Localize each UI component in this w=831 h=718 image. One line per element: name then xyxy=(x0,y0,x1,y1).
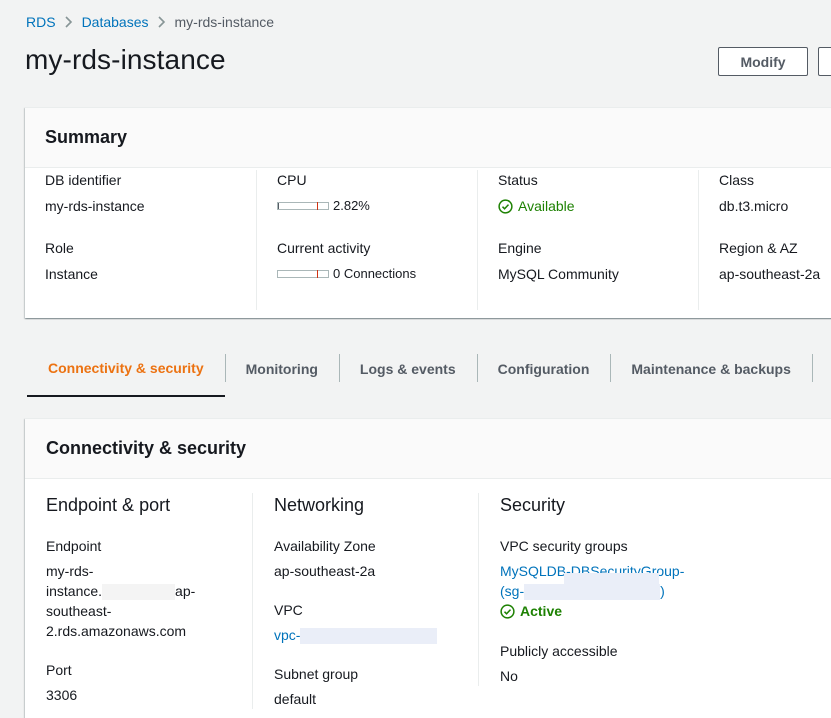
region-label: Region & AZ xyxy=(719,240,798,256)
summary-column-status: Status Available Engine MySQL Community xyxy=(477,170,698,310)
status-badge: Available xyxy=(498,196,698,216)
status-label: Status xyxy=(498,172,538,188)
tab-logs-events[interactable]: Logs & events xyxy=(338,340,477,397)
connections-bar xyxy=(277,270,329,278)
cpu-usage-fill xyxy=(278,203,280,209)
cpu-meter: 2.82% xyxy=(277,196,477,216)
breadcrumb-current: my-rds-instance xyxy=(174,14,275,30)
security-group-id[interactable]: (sg- xyxy=(500,583,524,599)
class-label: Class xyxy=(719,172,755,188)
security-group-status: Active xyxy=(500,601,831,621)
tab-configuration[interactable]: Configuration xyxy=(476,340,611,397)
status-value: Available xyxy=(518,198,575,214)
connections-value: 0 Connections xyxy=(333,266,417,281)
endpoint-line: instance. ap- xyxy=(46,581,252,601)
engine-value: MySQL Community xyxy=(498,266,619,282)
db-identifier-value: my-rds-instance xyxy=(45,198,145,214)
breadcrumb-rds-link[interactable]: RDS xyxy=(26,14,56,30)
tab-connectivity-security[interactable]: Connectivity & security xyxy=(27,340,225,397)
redacted-block xyxy=(564,573,659,587)
security-group-status-text: Active xyxy=(520,603,563,619)
summary-column-identifier: DB identifier my-rds-instance Role Insta… xyxy=(25,170,256,310)
summary-panel: Summary DB identifier my-rds-instance Ro… xyxy=(25,107,831,318)
class-value: db.t3.micro xyxy=(719,198,789,214)
db-identifier-label: DB identifier xyxy=(45,172,122,188)
endpoint-line: my-rds- xyxy=(46,563,94,579)
security-group-link[interactable]: MySQLDB-DBSecurityGroup- (sg-) Active xyxy=(500,561,831,621)
endpoint-part: instance. xyxy=(46,583,103,599)
availability-zone-value: ap-southeast-2a xyxy=(274,563,376,579)
subnet-group-value: default xyxy=(274,691,317,707)
publicly-accessible-label: Publicly accessible xyxy=(500,643,618,659)
endpoint-port-heading: Endpoint & port xyxy=(46,495,171,515)
redacted-block xyxy=(300,628,438,645)
publicly-accessible-value: No xyxy=(500,668,518,684)
summary-column-class: Class db.t3.micro Region & AZ ap-southea… xyxy=(698,170,831,310)
tab-tags[interactable]: Ta xyxy=(811,340,831,397)
chevron-right-icon xyxy=(149,16,175,28)
endpoint-port-column: Endpoint & port Endpoint my-rds- instanc… xyxy=(25,493,252,705)
connections-meter: 0 Connections xyxy=(277,264,477,284)
summary-title: Summary xyxy=(45,127,128,147)
vpc-security-groups-label: VPC security groups xyxy=(500,538,628,554)
endpoint-line: 2.rds.amazonaws.com xyxy=(46,623,187,639)
summary-column-cpu: CPU 2.82% Current activity 0 Connections xyxy=(256,170,477,310)
security-column: Security VPC security groups MySQLDB-DBS… xyxy=(478,493,831,686)
page-title: my-rds-instance xyxy=(25,44,226,75)
breadcrumb-databases-link[interactable]: Databases xyxy=(82,14,149,30)
tab-maintenance-backups[interactable]: Maintenance & backups xyxy=(610,340,812,397)
vpc-link[interactable]: vpc- xyxy=(274,625,478,645)
endpoint-label: Endpoint xyxy=(46,538,102,554)
role-value: Instance xyxy=(45,266,98,282)
engine-label: Engine xyxy=(498,240,542,256)
endpoint-part: ap- xyxy=(175,583,196,599)
port-value: 3306 xyxy=(46,687,78,703)
summary-header: Summary xyxy=(25,108,831,168)
networking-heading: Networking xyxy=(274,495,365,515)
check-circle-icon xyxy=(498,198,513,214)
endpoint-value[interactable]: my-rds- instance. ap- southeast- 2.rds.am… xyxy=(46,561,252,641)
cpu-value: 2.82% xyxy=(333,198,370,213)
endpoint-line: southeast- xyxy=(46,603,112,619)
tab-monitoring[interactable]: Monitoring xyxy=(224,340,339,397)
security-group-id-end[interactable]: ) xyxy=(660,583,665,599)
region-value: ap-southeast-2a xyxy=(719,266,821,282)
vpc-label: VPC xyxy=(274,602,303,618)
connectivity-security-panel: Connectivity & security Endpoint & port … xyxy=(25,418,831,718)
port-label: Port xyxy=(46,662,72,678)
chevron-right-icon xyxy=(56,16,82,28)
networking-column: Networking Availability Zone ap-southeas… xyxy=(252,493,478,709)
security-group-id-line: (sg-) xyxy=(500,573,831,601)
redacted-block xyxy=(102,584,176,601)
availability-zone-label: Availability Zone xyxy=(274,538,376,554)
current-activity-label: Current activity xyxy=(277,240,371,256)
detail-tabs: Connectivity & security Monitoring Logs … xyxy=(27,340,831,397)
connectivity-title: Connectivity & security xyxy=(46,438,247,458)
cpu-usage-bar xyxy=(277,202,329,210)
modify-button[interactable]: Modify xyxy=(718,47,808,76)
security-heading: Security xyxy=(500,495,566,515)
role-label: Role xyxy=(45,240,74,256)
actions-button[interactable] xyxy=(818,47,831,76)
cpu-label: CPU xyxy=(277,172,307,188)
subnet-group-label: Subnet group xyxy=(274,666,359,682)
security-group-name[interactable]: MySQLDB-DBSecurityGroup- xyxy=(500,561,831,581)
vpc-id-text[interactable]: vpc- xyxy=(274,627,300,643)
connectivity-header: Connectivity & security xyxy=(25,419,831,479)
check-circle-icon xyxy=(500,603,515,619)
breadcrumb: RDS Databases my-rds-instance xyxy=(26,12,274,32)
